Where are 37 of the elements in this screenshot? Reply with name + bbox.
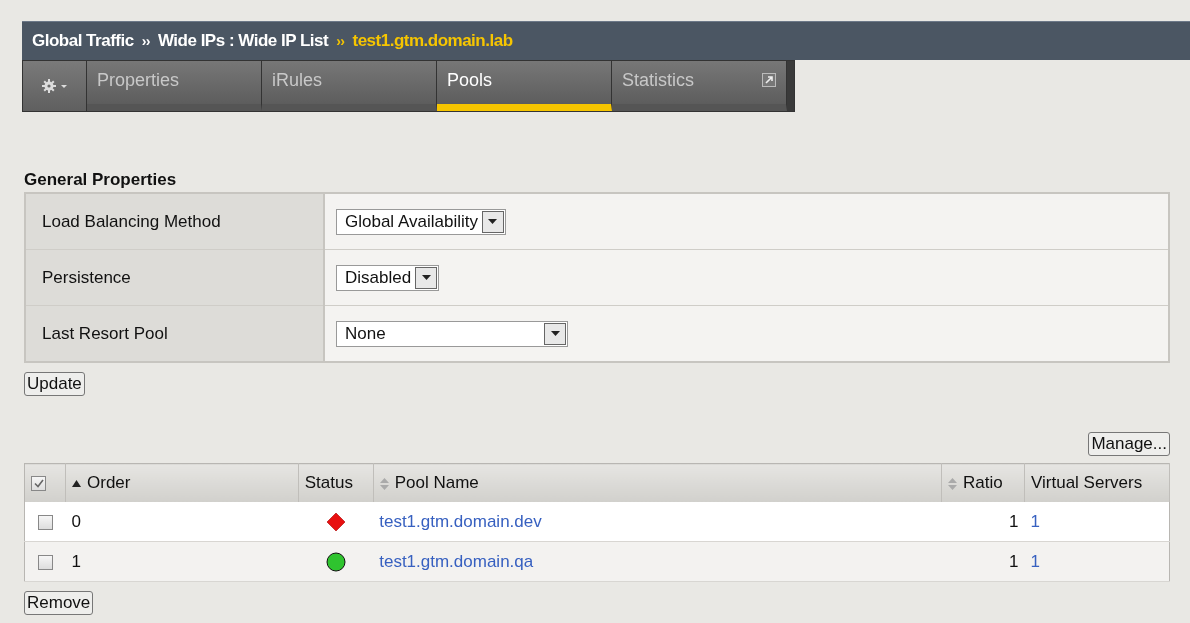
virtual-servers-link[interactable]: 1 (1030, 511, 1040, 531)
column-label: Status (304, 473, 353, 492)
property-label: Persistence (25, 249, 324, 306)
property-label: Last Resort Pool (25, 305, 324, 362)
order-cell: 0 (71, 511, 81, 531)
breadcrumb-current: test1.gtm.domain.lab (352, 31, 513, 51)
caret-icon (550, 331, 560, 336)
row-checkbox[interactable] (37, 514, 53, 530)
section-title: General Properties (24, 170, 178, 191)
ratio-cell: 1 (1009, 551, 1019, 571)
breadcrumb-separator: ›› (141, 33, 150, 49)
column-label: Ratio (963, 473, 1003, 492)
column-label: Virtual Servers (1031, 473, 1143, 492)
caret-icon (421, 275, 431, 280)
virtual-servers-link[interactable]: 1 (1030, 551, 1040, 571)
breadcrumb-separator: ›› (336, 33, 345, 49)
dropdown[interactable]: None (336, 320, 568, 347)
column-label: Pool Name (394, 473, 479, 492)
property-label: Load Balancing Method (25, 193, 324, 250)
select-all-checkbox[interactable] (31, 476, 46, 491)
tab[interactable]: Pools (437, 61, 612, 111)
update-button[interactable]: Update (24, 372, 85, 396)
row-checkbox[interactable] (37, 554, 53, 570)
order-cell: 1 (71, 551, 81, 571)
remove-button[interactable]: Remove (24, 591, 94, 615)
manage-button[interactable]: Manage... (1088, 432, 1170, 456)
caret-icon (488, 219, 498, 224)
pool-name-link[interactable]: test1.gtm.domain.dev (379, 511, 542, 531)
gear-icon (41, 79, 68, 93)
ratio-cell: 1 (1009, 511, 1019, 531)
breadcrumb-link[interactable]: Global Traffic (32, 31, 134, 51)
breadcrumb-link[interactable]: Wide IPs : Wide IP List (157, 31, 329, 51)
dropdown[interactable]: Global Availability (336, 208, 506, 235)
column-label: Order (87, 473, 131, 492)
gear-menu-button[interactable] (23, 61, 87, 111)
dropdown[interactable]: Disabled (336, 264, 440, 291)
pool-name-link[interactable]: test1.gtm.domain.qa (379, 551, 534, 571)
